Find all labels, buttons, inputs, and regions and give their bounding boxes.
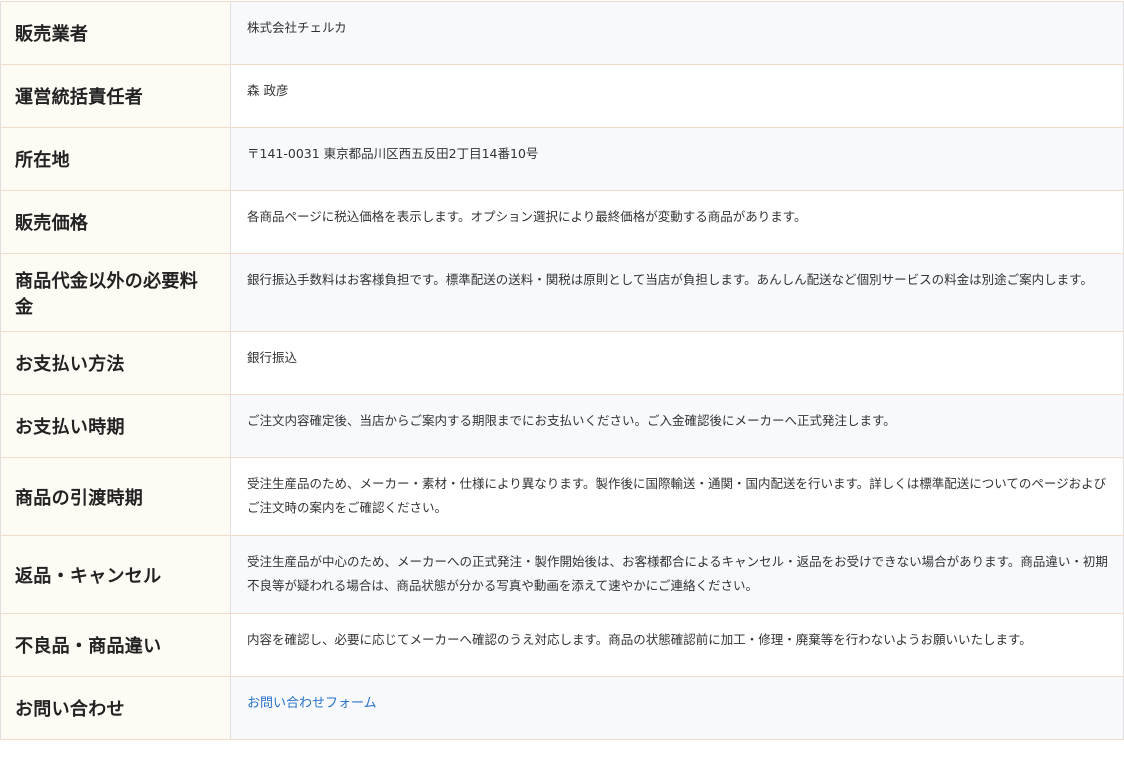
row-contact: お問い合わせ お問い合わせフォーム — [0, 676, 1124, 740]
contact-form-link[interactable]: お問い合わせフォーム — [247, 696, 377, 711]
row-label: お支払い方法 — [0, 331, 231, 395]
row-label: 商品の引渡時期 — [0, 457, 231, 536]
row-seller: 販売業者 株式会社チェルカ — [0, 1, 1124, 65]
row-value-cell: 森 政彦 — [230, 64, 1124, 128]
commerce-disclosure-table: 販売業者 株式会社チェルカ 運営統括責任者 森 政彦 所在地 〒141-0031… — [0, 1, 1124, 740]
row-value: 内容を確認し、必要に応じてメーカーへ確認のうえ対応します。商品の状態確認前に加工… — [247, 632, 1032, 647]
row-value: 受注生産品が中心のため、メーカーへの正式発注・製作開始後は、お客様都合によるキャ… — [247, 554, 1108, 593]
row-value-cell: 各商品ページに税込価格を表示します。オプション選択により最終価格が変動する商品が… — [230, 190, 1124, 254]
row-returns-cancellation: 返品・キャンセル 受注生産品が中心のため、メーカーへの正式発注・製作開始後は、お… — [0, 535, 1124, 614]
row-value: 森 政彦 — [247, 83, 289, 98]
legal-info-section: 販売業者 株式会社チェルカ 運営統括責任者 森 政彦 所在地 〒141-0031… — [0, 1, 1124, 740]
row-value-cell: 受注生産品が中心のため、メーカーへの正式発注・製作開始後は、お客様都合によるキャ… — [230, 535, 1124, 614]
row-value-cell: 受注生産品のため、メーカー・素材・仕様により異なります。製作後に国際輸送・通関・… — [230, 457, 1124, 536]
row-additional-fees: 商品代金以外の必要料金 銀行振込手数料はお客様負担です。標準配送の送料・関税は原… — [0, 253, 1124, 332]
row-defective-items: 不良品・商品違い 内容を確認し、必要に応じてメーカーへ確認のうえ対応します。商品… — [0, 613, 1124, 677]
row-value: 受注生産品のため、メーカー・素材・仕様により異なります。製作後に国際輸送・通関・… — [247, 476, 1107, 515]
row-value: 株式会社チェルカ — [247, 20, 347, 35]
row-delivery-timing: 商品の引渡時期 受注生産品のため、メーカー・素材・仕様により異なります。製作後に… — [0, 457, 1124, 536]
row-value: 銀行振込手数料はお客様負担です。標準配送の送料・関税は原則として当店が負担します… — [247, 272, 1093, 287]
row-value: 各商品ページに税込価格を表示します。オプション選択により最終価格が変動する商品が… — [247, 209, 807, 224]
row-value-cell: ご注文内容確定後、当店からご案内する期限までにお支払いください。ご入金確認後にメ… — [230, 394, 1124, 458]
row-label: 運営統括責任者 — [0, 64, 231, 128]
row-label: お支払い時期 — [0, 394, 231, 458]
row-payment-method: お支払い方法 銀行振込 — [0, 331, 1124, 395]
row-label: お問い合わせ — [0, 676, 231, 740]
row-label: 返品・キャンセル — [0, 535, 231, 614]
row-value-cell: 株式会社チェルカ — [230, 1, 1124, 65]
row-label: 商品代金以外の必要料金 — [0, 253, 231, 332]
row-manager: 運営統括責任者 森 政彦 — [0, 64, 1124, 128]
row-address: 所在地 〒141-0031 東京都品川区西五反田2丁目14番10号 — [0, 127, 1124, 191]
row-value-cell: 内容を確認し、必要に応じてメーカーへ確認のうえ対応します。商品の状態確認前に加工… — [230, 613, 1124, 677]
row-value-cell: お問い合わせフォーム — [230, 676, 1124, 740]
row-payment-timing: お支払い時期 ご注文内容確定後、当店からご案内する期限までにお支払いください。ご… — [0, 394, 1124, 458]
row-value-cell: 銀行振込手数料はお客様負担です。標準配送の送料・関税は原則として当店が負担します… — [230, 253, 1124, 332]
row-label: 不良品・商品違い — [0, 613, 231, 677]
row-value-cell: 〒141-0031 東京都品川区西五反田2丁目14番10号 — [230, 127, 1124, 191]
row-value-cell: 銀行振込 — [230, 331, 1124, 395]
row-label: 販売価格 — [0, 190, 231, 254]
row-label: 所在地 — [0, 127, 231, 191]
row-label: 販売業者 — [0, 1, 231, 65]
row-value: 〒141-0031 東京都品川区西五反田2丁目14番10号 — [247, 146, 539, 161]
row-value: ご注文内容確定後、当店からご案内する期限までにお支払いください。ご入金確認後にメ… — [247, 413, 896, 428]
row-price: 販売価格 各商品ページに税込価格を表示します。オプション選択により最終価格が変動… — [0, 190, 1124, 254]
row-value: 銀行振込 — [247, 350, 298, 365]
